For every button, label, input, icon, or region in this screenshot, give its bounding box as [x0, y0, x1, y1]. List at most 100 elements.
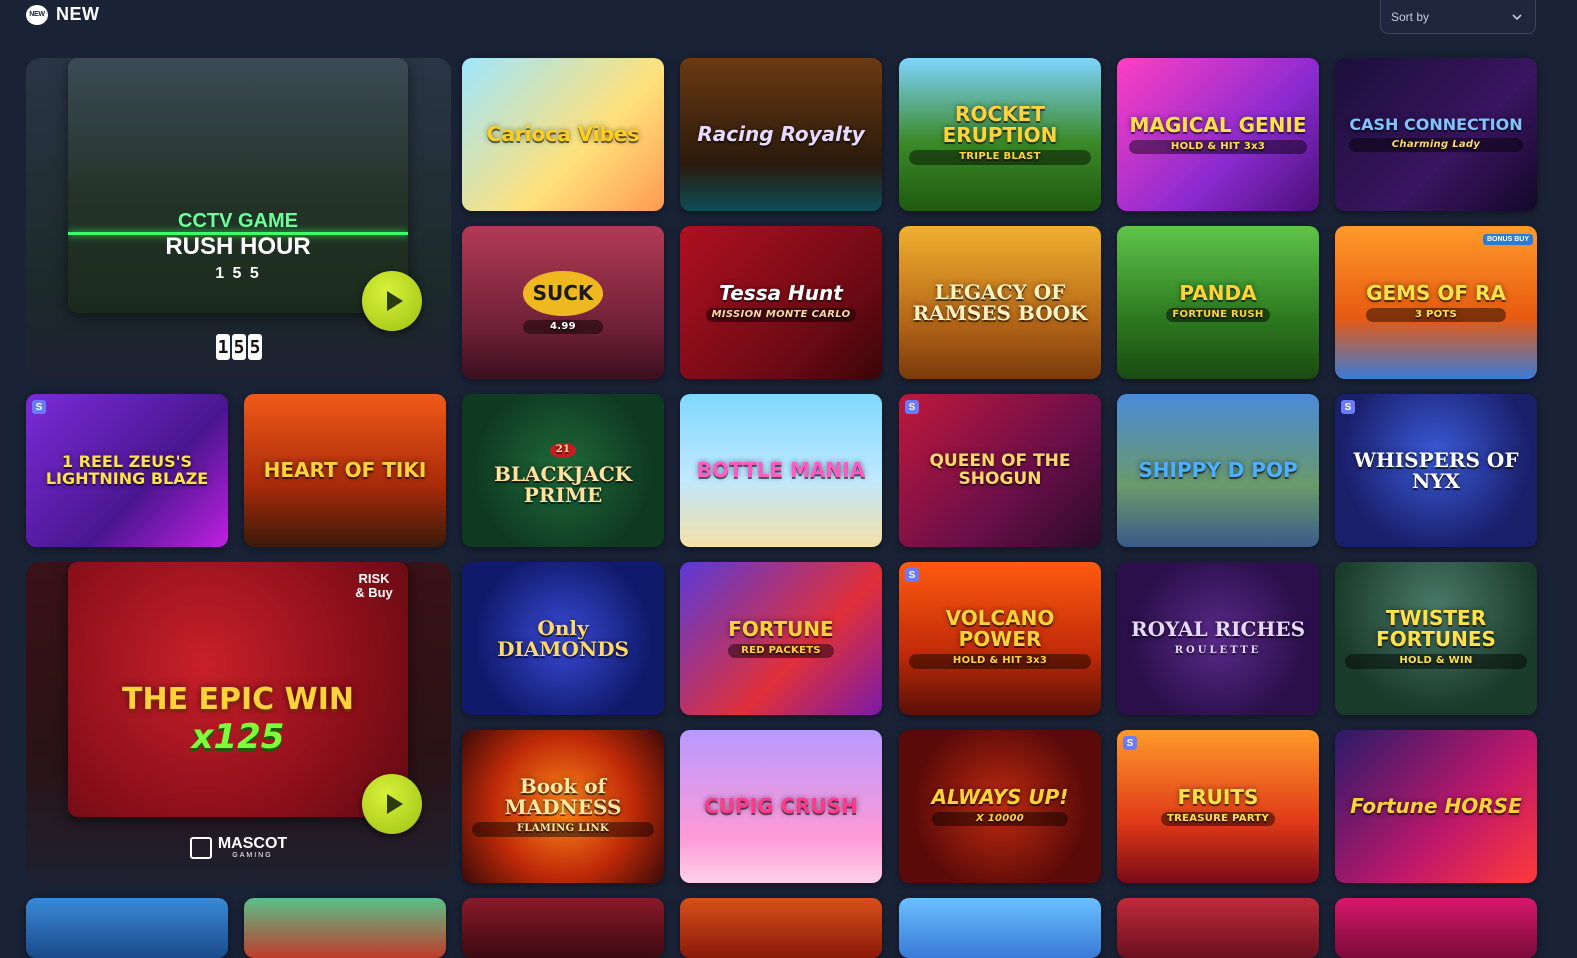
game-tile[interactable] [1335, 898, 1537, 958]
game-tile[interactable]: Book of MADNESS FLAMING LINK [462, 730, 664, 883]
rush-hour-line2: RUSH HOUR [165, 233, 311, 260]
game-subtitle: 4.99 [522, 319, 604, 335]
game-title: CUPIG CRUSH [704, 794, 858, 818]
game-title-text: VOLCANO POWER [945, 606, 1055, 652]
game-thumbnail[interactable]: CCTV GAME RUSH HOUR 1 5 5 [68, 58, 408, 313]
featured-game-rush-hour[interactable]: CCTV GAME RUSH HOUR 1 5 5 1 5 5 [26, 58, 451, 378]
game-title-text: Book of MADNESS [504, 774, 622, 820]
game-tile[interactable]: ROCKET ERUPTION TRIPLE BLAST [899, 58, 1101, 211]
rush-hour-line1: CCTV GAME [178, 210, 298, 232]
game-tile[interactable]: TWISTER FORTUNES HOLD & WIN [1335, 562, 1537, 715]
sort-dropdown[interactable]: Sort by [1380, 0, 1536, 34]
game-title-text: BLACKJACK PRIME [493, 461, 633, 507]
play-button[interactable] [362, 271, 422, 331]
game-tile[interactable]: Carioca Vibes [462, 58, 664, 211]
game-title: TWISTER FORTUNES HOLD & WIN [1335, 608, 1537, 669]
game-title-text: GEMS OF RA [1366, 280, 1506, 305]
game-subtitle: RED PACKETS [728, 643, 834, 659]
game-title: ALWAYS UP! X 10000 [922, 784, 1079, 827]
game-title: Racing Royalty [697, 122, 865, 146]
game-subtitle: TREASURE PARTY [1160, 811, 1276, 827]
game-tile[interactable]: CASH CONNECTION Charming Lady [1335, 58, 1537, 211]
game-tile[interactable] [26, 898, 228, 958]
mascot-logo-icon [189, 836, 212, 859]
game-tile[interactable]: S 1 REEL ZEUS'S LIGHTNING BLAZE [26, 394, 228, 547]
game-tile[interactable]: SHIPPY D POP [1117, 394, 1319, 547]
game-title: SHIPPY D POP [1138, 458, 1298, 482]
game-tile[interactable]: Racing Royalty [680, 58, 882, 211]
game-tile[interactable]: SUCK 4.99 [462, 226, 664, 379]
game-title-text: ROCKET ERUPTION [942, 102, 1058, 148]
game-subtitle: MISSION MONTE CARLO [705, 307, 857, 323]
game-tile[interactable]: 21 BLACKJACK PRIME [462, 394, 664, 547]
game-subtitle: 21 [549, 443, 577, 458]
epic-win-title: THE EPIC WIN [122, 682, 354, 717]
provider-sub: GAMING [232, 852, 273, 859]
corner-label: RISK & Buy [355, 571, 393, 600]
game-subtitle: HOLD & HIT 3x3 [1129, 139, 1307, 155]
game-tile[interactable] [680, 898, 882, 958]
provider-s-badge: S [905, 400, 919, 414]
counter-digit: 5 [232, 334, 246, 360]
game-title: GEMS OF RA 3 POTS [1356, 280, 1516, 323]
game-subtitle: Charming Lady [1349, 137, 1523, 153]
game-tile[interactable]: S FRUITS TREASURE PARTY [1117, 730, 1319, 883]
chevron-down-icon [1512, 13, 1522, 20]
game-title-text: FORTUNE [728, 616, 834, 641]
game-tile[interactable]: ROYAL RICHES ROULETTE [1117, 562, 1319, 715]
game-tile[interactable]: FORTUNE RED PACKETS [680, 562, 882, 715]
provider-s-badge: S [1341, 400, 1355, 414]
game-tile[interactable]: S WHISPERS OF NYX [1335, 394, 1537, 547]
game-subtitle: FORTUNE RUSH [1166, 307, 1270, 323]
game-tile[interactable]: Fortune HORSE [1335, 730, 1537, 883]
game-subtitle: TRIPLE BLAST [909, 150, 1091, 165]
game-tile[interactable]: ALWAYS UP! X 10000 [899, 730, 1101, 883]
player-counter: 1 5 5 [216, 334, 262, 360]
game-tile[interactable]: BOTTLE MANIA [680, 394, 882, 547]
play-button[interactable] [362, 774, 422, 834]
rush-hour-small-count: 1 5 5 [215, 265, 261, 282]
game-subtitle: 3 POTS [1366, 307, 1506, 323]
game-tile[interactable]: Only DIAMONDS [462, 562, 664, 715]
game-tile[interactable] [244, 898, 446, 958]
game-thumbnail[interactable]: RISK & Buy THE EPIC WIN x125 [68, 562, 408, 817]
provider-s-badge: S [905, 568, 919, 582]
game-tile[interactable] [899, 898, 1101, 958]
game-title: FORTUNE RED PACKETS [718, 616, 843, 659]
game-tile[interactable] [1117, 898, 1319, 958]
game-tile[interactable]: PANDA FORTUNE RUSH [1117, 226, 1319, 379]
game-title: Book of MADNESS FLAMING LINK [462, 776, 664, 837]
featured-game-epic-win[interactable]: RISK & Buy THE EPIC WIN x125 MASCOT GAMI… [26, 562, 451, 882]
game-title-text: ROYAL RICHES [1130, 616, 1306, 641]
game-subtitle: HOLD & WIN [1345, 654, 1527, 669]
game-title: 1 REEL ZEUS'S LIGHTNING BLAZE [45, 451, 209, 488]
game-tile[interactable]: S VOLCANO POWER HOLD & HIT 3x3 [899, 562, 1101, 715]
game-tile[interactable]: HEART OF TIKI [244, 394, 446, 547]
game-tile[interactable]: MAGICAL GENIE HOLD & HIT 3x3 [1117, 58, 1319, 211]
game-title-text: CASH CONNECTION [1349, 114, 1523, 134]
new-icon: NEW [26, 4, 48, 25]
game-tile[interactable] [462, 898, 664, 958]
game-title: BOTTLE MANIA [696, 458, 866, 482]
section-header: NEW NEW [26, 4, 100, 25]
game-tile[interactable]: CUPIG CRUSH [680, 730, 882, 883]
game-title-text: ALWAYS UP! [931, 784, 1069, 809]
sort-label: Sort by [1391, 9, 1430, 24]
game-title-text: PANDA [1179, 280, 1257, 305]
game-title-text: Tessa Hunt [719, 280, 843, 305]
game-tile[interactable]: S QUEEN OF THE SHOGUN [899, 394, 1101, 547]
game-title: Carioca Vibes [486, 122, 640, 146]
provider-logo: MASCOT GAMING [26, 836, 451, 859]
game-title: Fortune HORSE [1350, 794, 1522, 818]
game-title: Tessa Hunt MISSION MONTE CARLO [696, 280, 867, 323]
game-subtitle: FLAMING LINK [472, 822, 654, 837]
game-title: MAGICAL GENIE HOLD & HIT 3x3 [1119, 114, 1316, 155]
game-title: SUCK 4.99 [513, 270, 614, 335]
section-title: NEW [56, 4, 100, 24]
game-tile[interactable]: Tessa Hunt MISSION MONTE CARLO [680, 226, 882, 379]
game-tile[interactable]: LEGACY OF RAMSES BOOK [899, 226, 1101, 379]
game-title-text: SUCK [522, 270, 604, 316]
game-title: ROCKET ERUPTION TRIPLE BLAST [899, 104, 1101, 165]
game-tile[interactable]: BONUS BUY GEMS OF RA 3 POTS [1335, 226, 1537, 379]
game-subtitle: HOLD & HIT 3x3 [909, 654, 1091, 669]
